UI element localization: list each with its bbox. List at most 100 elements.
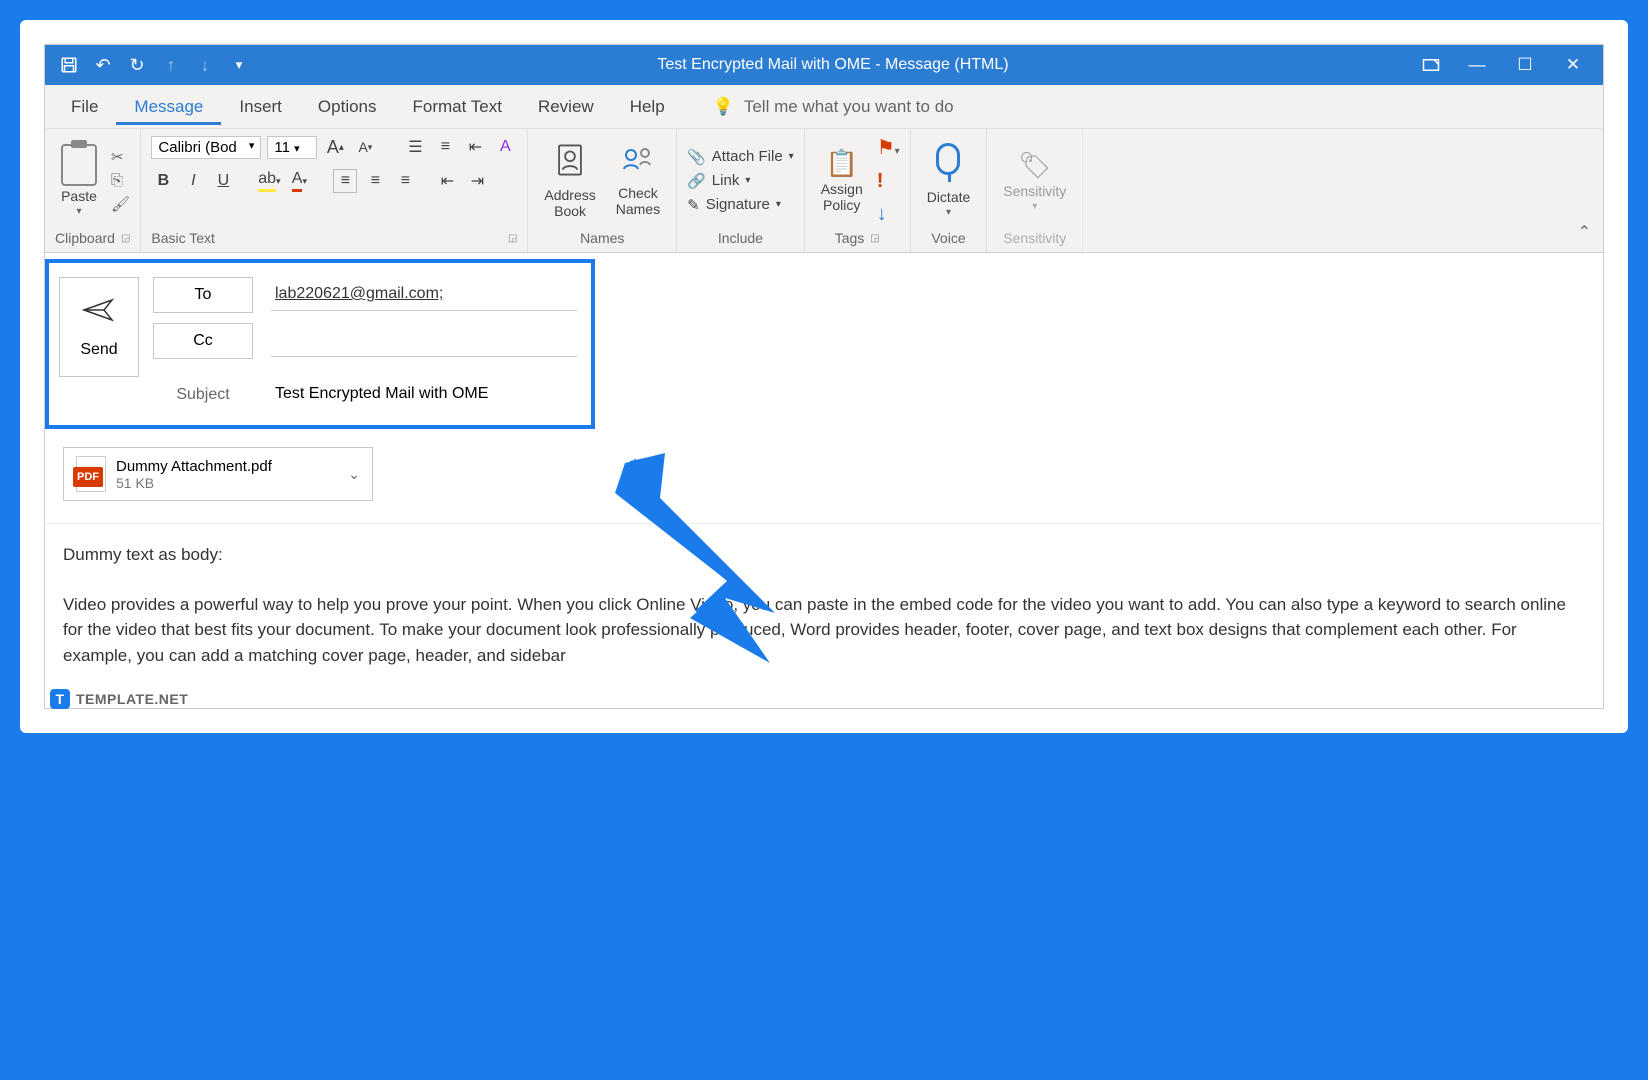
align-center-icon[interactable]: ≡ — [363, 169, 387, 193]
menu-help[interactable]: Help — [612, 89, 683, 125]
check-names-label: Check Names — [616, 185, 660, 217]
body-paragraph: Video provides a powerful way to help yo… — [63, 592, 1585, 669]
high-importance-icon[interactable]: ! — [877, 170, 900, 193]
save-icon[interactable] — [59, 55, 79, 75]
dialog-launcher-icon[interactable]: ◲ — [121, 233, 130, 244]
low-importance-icon[interactable]: ↓ — [877, 203, 900, 226]
sensitivity-button: 🏷 Sensitivity ▾ — [997, 148, 1072, 214]
down-arrow-icon[interactable]: ↓ — [195, 55, 215, 75]
maximize-button[interactable]: ☐ — [1513, 55, 1537, 75]
close-button[interactable]: ✕ — [1561, 55, 1585, 75]
ribbon-group-clipboard: Paste ▾ ✂ ⎘ 🖌 Clipboard◲ — [45, 129, 141, 252]
compose-area: Send To lab220621@gmail.com; Cc Subject — [45, 253, 1603, 708]
dialog-launcher-icon[interactable]: ◲ — [870, 233, 879, 244]
indent-increase-icon[interactable]: ⇥ — [465, 169, 489, 193]
sensitivity-group-label: Sensitivity — [1003, 230, 1066, 246]
paste-button[interactable]: Paste ▾ — [55, 142, 103, 219]
dialog-launcher-icon[interactable]: ◲ — [508, 233, 517, 244]
clear-formatting-icon[interactable]: A — [493, 135, 517, 159]
ribbon-group-voice: Dictate ▾ Voice — [911, 129, 988, 252]
dictate-button[interactable]: Dictate ▾ — [921, 141, 977, 220]
ribbon-group-basic-text: Calibri (Bod ▾ 11 ▾ A▴ A▾ ☰ ≡ ⇤ A B I U — [141, 129, 528, 252]
microphone-icon — [936, 143, 960, 175]
names-group-label: Names — [580, 230, 624, 246]
signature-button[interactable]: ✎Signature ▾ — [687, 196, 794, 214]
minimize-button[interactable]: — — [1465, 55, 1489, 75]
align-right-icon[interactable]: ≡ — [393, 169, 417, 193]
attachment-menu-chevron-icon[interactable]: ⌄ — [348, 466, 360, 483]
ribbon-display-icon[interactable] — [1421, 55, 1441, 75]
cc-field[interactable] — [271, 325, 577, 357]
menu-format-text[interactable]: Format Text — [395, 89, 520, 125]
link-button[interactable]: 🔗Link ▾ — [687, 172, 794, 190]
send-label: Send — [80, 341, 117, 359]
brand-name: TEMPLATE.NET — [76, 691, 188, 707]
up-arrow-icon[interactable]: ↑ — [161, 55, 181, 75]
cut-icon[interactable]: ✂ — [111, 148, 130, 166]
copy-icon[interactable]: ⎘ — [111, 172, 130, 189]
format-painter-icon[interactable]: 🖌 — [111, 195, 130, 213]
voice-group-label: Voice — [931, 230, 965, 246]
numbering-icon[interactable]: ≡ — [433, 135, 457, 159]
body-intro-text: Dummy text as body: — [63, 542, 1585, 568]
menu-message[interactable]: Message — [116, 89, 221, 125]
send-button[interactable]: Send — [59, 277, 139, 377]
redo-icon[interactable]: ↻ — [127, 55, 147, 75]
font-size-select[interactable]: 11 ▾ — [267, 136, 317, 159]
to-field[interactable]: lab220621@gmail.com; — [271, 279, 577, 311]
sensitivity-label: Sensitivity — [1003, 183, 1066, 199]
bullets-icon[interactable]: ☰ — [403, 135, 427, 159]
bold-button[interactable]: B — [151, 169, 175, 193]
annotation-arrow-icon — [615, 763, 815, 963]
message-body[interactable]: Dummy text as body: Video provides a pow… — [45, 523, 1603, 708]
font-family-select[interactable]: Calibri (Bod ▾ — [151, 136, 261, 159]
indent-decrease-icon[interactable]: ⇤ — [435, 169, 459, 193]
increase-font-icon[interactable]: A▴ — [323, 135, 347, 159]
tell-me-search[interactable]: 💡 Tell me what you want to do — [713, 97, 954, 117]
outdent-icon[interactable]: ⇤ — [463, 135, 487, 159]
attach-file-button[interactable]: 📎Attach File ▾ — [687, 148, 794, 166]
align-left-icon[interactable]: ≡ — [333, 169, 357, 193]
menu-insert[interactable]: Insert — [221, 89, 300, 125]
undo-icon[interactable]: ↶ — [93, 55, 113, 75]
lightbulb-icon: 💡 — [713, 97, 734, 117]
attachment-item[interactable]: PDF Dummy Attachment.pdf 51 KB ⌄ — [63, 447, 373, 501]
menu-file[interactable]: File — [53, 89, 116, 125]
to-button[interactable]: To — [153, 277, 253, 313]
paperclip-icon: 📎 — [687, 148, 706, 166]
cc-button[interactable]: Cc — [153, 323, 253, 359]
subject-label: Subject — [153, 386, 253, 404]
customize-qat-icon[interactable]: ▾ — [229, 55, 249, 75]
subject-field[interactable]: Test Encrypted Mail with OME — [271, 379, 577, 411]
ribbon-group-sensitivity: 🏷 Sensitivity ▾ Sensitivity — [987, 129, 1083, 252]
policy-icon: 📋 — [826, 148, 858, 179]
underline-button[interactable]: U — [211, 169, 235, 193]
italic-button[interactable]: I — [181, 169, 205, 193]
decrease-font-icon[interactable]: A▾ — [353, 135, 377, 159]
basic-text-group-label: Basic Text — [151, 230, 215, 246]
menu-options[interactable]: Options — [300, 89, 395, 125]
highlight-color-button[interactable]: ab ▾ — [257, 169, 281, 193]
attachment-name: Dummy Attachment.pdf — [116, 458, 338, 475]
include-group-label: Include — [718, 230, 763, 246]
menu-review[interactable]: Review — [520, 89, 612, 125]
font-color-button[interactable]: A ▾ — [287, 169, 311, 193]
follow-up-flag-icon[interactable]: ⚑▾ — [877, 135, 900, 160]
check-names-button[interactable]: Check Names — [610, 143, 666, 219]
link-icon: 🔗 — [687, 172, 706, 190]
address-book-button[interactable]: Address Book — [538, 141, 601, 221]
collapse-ribbon-icon[interactable]: ⌃ — [1578, 222, 1591, 242]
to-recipient: lab220621@gmail.com; — [275, 285, 443, 302]
assign-policy-button[interactable]: 📋 Assign Policy — [815, 146, 869, 215]
pdf-file-icon: PDF — [76, 456, 106, 492]
signature-icon: ✎ — [687, 196, 700, 214]
window-title: Test Encrypted Mail with OME - Message (… — [263, 56, 1403, 74]
dictate-label: Dictate — [927, 189, 971, 205]
ribbon: Paste ▾ ✂ ⎘ 🖌 Clipboard◲ Calibri (Bod ▾ — [45, 129, 1603, 253]
assign-policy-label: Assign Policy — [821, 181, 863, 213]
clipboard-icon — [61, 144, 97, 186]
address-book-label: Address Book — [544, 187, 595, 219]
address-book-icon — [555, 143, 585, 185]
attachment-size: 51 KB — [116, 475, 338, 491]
ribbon-group-include: 📎Attach File ▾ 🔗Link ▾ ✎Signature ▾ Incl… — [677, 129, 805, 252]
